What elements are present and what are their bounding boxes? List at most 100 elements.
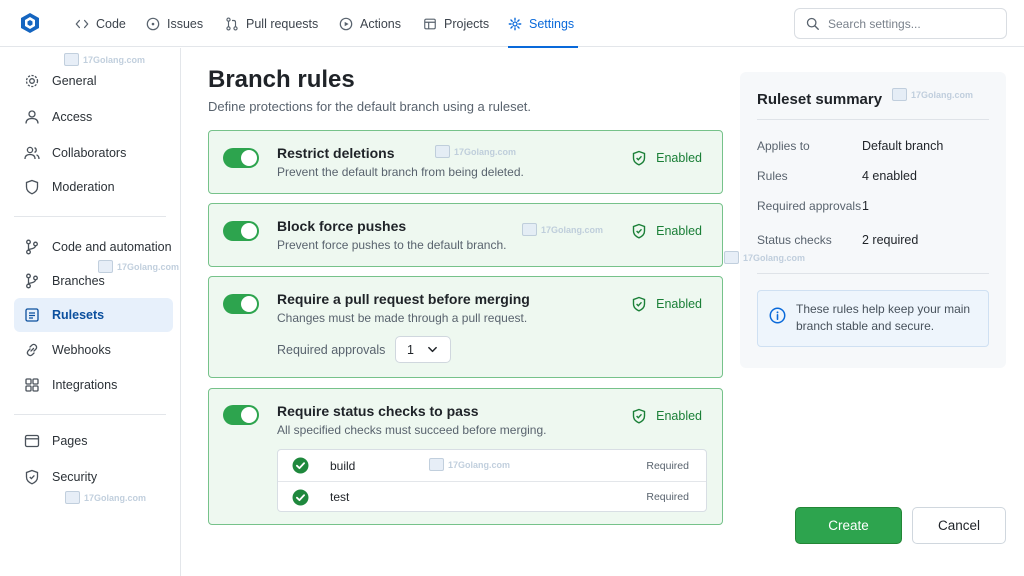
sidebar-divider	[14, 216, 166, 217]
sidebar-item-general[interactable]: General	[14, 64, 173, 98]
rule-title: Require a pull request before merging	[277, 291, 530, 307]
summary-value: 2 required	[862, 233, 919, 247]
summary-label: Rules	[757, 169, 788, 183]
status-label: Enabled	[656, 151, 702, 165]
shield-check-icon	[632, 150, 646, 166]
page-title: Branch rules	[208, 66, 355, 93]
rule-description: Prevent force pushes to the default bran…	[277, 238, 507, 252]
status-checks-list: build Required test Required	[277, 449, 707, 512]
play-icon	[339, 17, 353, 30]
rule-toggle[interactable]	[223, 294, 259, 314]
list-icon	[25, 308, 39, 322]
sidebar-item-label: Branches	[52, 274, 105, 288]
info-icon	[769, 307, 786, 324]
table-icon	[424, 18, 436, 29]
top-navigation: Code Issues Pull requests Actions Projec…	[0, 0, 1024, 48]
summary-value: 4 enabled	[862, 169, 917, 183]
check-required-label: Required	[646, 459, 689, 472]
tab-code[interactable]: Code	[75, 0, 126, 47]
search-input[interactable]	[828, 16, 998, 31]
check-circle-icon	[292, 457, 309, 474]
summary-label: Status checks	[757, 233, 832, 247]
sidebar-item-collaborators[interactable]: Collaborators	[14, 136, 173, 170]
summary-title: Ruleset summary	[757, 91, 883, 108]
people-icon	[24, 146, 40, 160]
sidebar-item-rulesets[interactable]: Rulesets	[14, 298, 173, 332]
rule-description: Changes must be made through a pull requ…	[277, 311, 528, 325]
info-text: These rules help keep your main branch s…	[796, 302, 971, 333]
sidebar-item-access[interactable]: Access	[14, 100, 173, 134]
branch-icon	[26, 273, 38, 289]
sidebar-item-webhooks[interactable]: Webhooks	[14, 333, 173, 367]
sidebar-item-label: Rulesets	[52, 308, 105, 322]
rule-title: Restrict deletions	[277, 145, 395, 161]
code-icon	[75, 19, 89, 28]
sidebar-item-pages[interactable]: Pages	[14, 424, 173, 458]
select-value: 1	[407, 342, 414, 357]
check-required-label: Required	[646, 491, 689, 503]
info-callout: These rules help keep your main branch s…	[757, 290, 989, 347]
sidebar-item-label: Integrations	[52, 378, 118, 392]
apps-icon	[25, 378, 39, 392]
list-item[interactable]: build Required	[278, 450, 706, 481]
summary-label: Required approvals	[757, 199, 862, 213]
tab-actions[interactable]: Actions	[339, 0, 401, 47]
required-approvals-label: Required approvals	[277, 343, 386, 357]
rule-card-require-status-checks: Require status checks to pass All specif…	[208, 388, 723, 525]
status-badge: Enabled	[631, 223, 702, 239]
summary-label: Applies to	[757, 139, 810, 153]
sidebar-item-moderation[interactable]: Moderation	[14, 170, 173, 204]
ruleset-summary-panel: Ruleset summary Applies to Default branc…	[740, 72, 1006, 368]
sidebar-item-label: Code and automation	[52, 240, 172, 254]
status-label: Enabled	[656, 224, 702, 238]
rule-description: Prevent the default branch from being de…	[277, 165, 524, 179]
browser-icon	[24, 434, 40, 448]
summary-value: 1	[862, 199, 869, 213]
sidebar-item-label: Access	[52, 110, 93, 124]
person-icon	[25, 110, 39, 124]
sidebar-item-label: Security	[52, 470, 98, 484]
settings-sidebar: General Access Collaborators Moderation …	[0, 48, 181, 576]
tab-issues-label: Issues	[167, 16, 204, 31]
tab-settings[interactable]: Settings	[508, 0, 578, 48]
rule-card-restrict-deletions: Restrict deletions Prevent the default b…	[208, 130, 723, 194]
summary-value: Default branch	[862, 139, 944, 153]
branch-icon	[26, 239, 38, 255]
rule-toggle[interactable]	[223, 148, 259, 168]
sidebar-item-label: Webhooks	[52, 343, 111, 357]
sidebar-item-branches[interactable]: Branches	[14, 264, 173, 298]
rule-title: Block force pushes	[277, 218, 407, 234]
issue-icon	[146, 17, 160, 30]
tab-projects[interactable]: Projects	[423, 0, 489, 47]
sidebar-divider	[14, 414, 166, 415]
sidebar-item-label: Collaborators	[52, 146, 127, 160]
rule-toggle[interactable]	[223, 405, 259, 425]
tab-actions-label: Actions	[360, 16, 401, 31]
tab-pull-requests[interactable]: Pull requests	[225, 0, 318, 47]
sidebar-item-integrations[interactable]: Integrations	[14, 368, 173, 402]
sidebar-item-code-automation[interactable]: Code and automation	[14, 230, 173, 264]
tab-issues[interactable]: Issues	[146, 0, 203, 47]
rule-title: Require status checks to pass	[277, 403, 479, 419]
required-approvals-select[interactable]: 1	[395, 336, 451, 363]
check-circle-icon	[292, 489, 309, 505]
tab-code-label: Code	[96, 16, 126, 31]
rule-description: All specified checks must succeed before…	[277, 423, 547, 437]
page-subtitle: Define protections for the default branc…	[208, 99, 532, 114]
tab-settings-label: Settings	[529, 16, 575, 31]
chevron-down-icon	[428, 346, 437, 353]
tab-projects-label: Projects	[444, 16, 490, 31]
rule-toggle[interactable]	[223, 221, 259, 241]
rule-card-block-force-pushes: Block force pushes Prevent force pushes …	[208, 203, 723, 267]
sidebar-item-security[interactable]: Security	[14, 460, 173, 494]
create-button[interactable]: Create	[795, 507, 902, 544]
status-label: Enabled	[656, 409, 702, 423]
cancel-button[interactable]: Cancel	[912, 507, 1006, 544]
sidebar-item-label: Pages	[52, 434, 88, 448]
logo-icon[interactable]	[19, 12, 41, 34]
tab-pull-requests-label: Pull requests	[246, 16, 319, 31]
list-item[interactable]: test Required	[278, 481, 706, 512]
watermark-logo-icon	[724, 251, 739, 264]
check-name: build	[330, 458, 356, 473]
search-box[interactable]	[794, 8, 1007, 39]
